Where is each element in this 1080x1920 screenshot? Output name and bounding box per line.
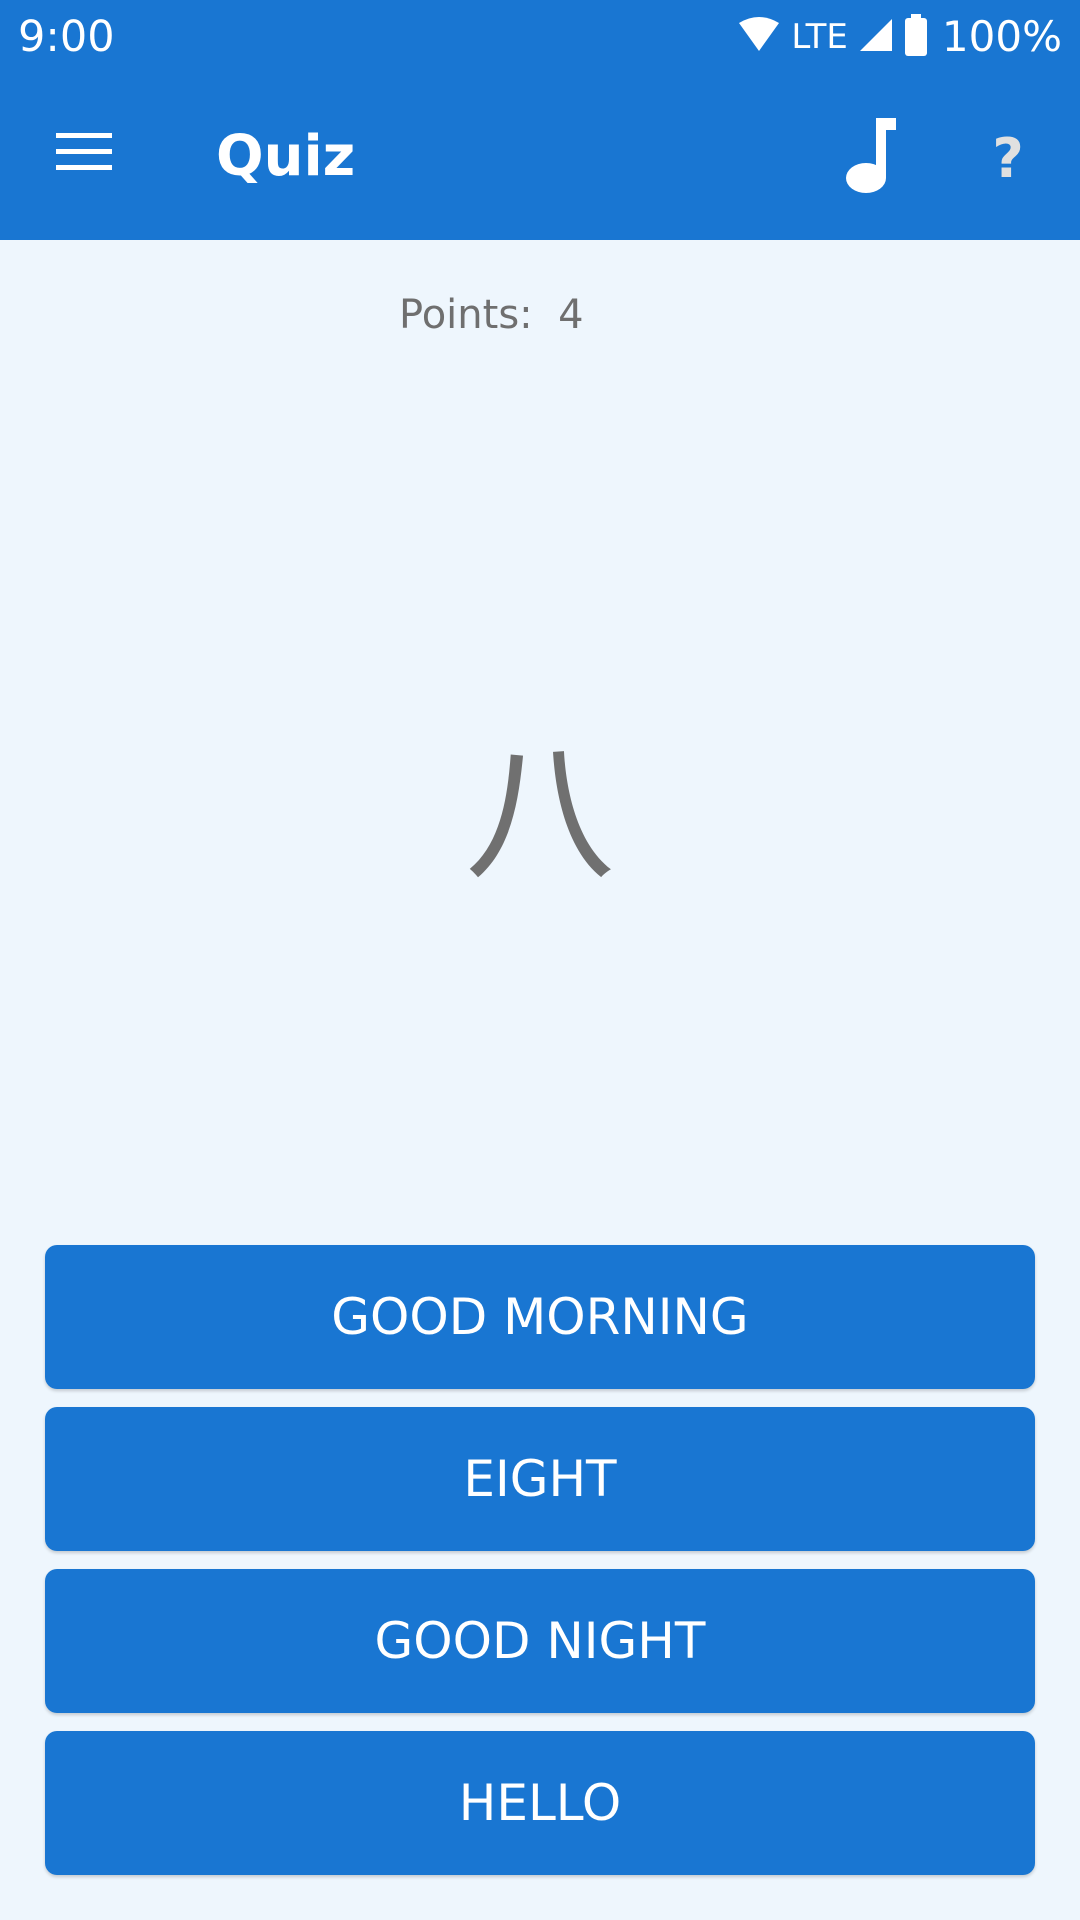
status-icons: LTE 100%: [737, 10, 1062, 64]
page-title: Quiz: [216, 124, 356, 189]
answer-list: GOOD MORNING EIGHT GOOD NIGHT HELLO: [45, 1245, 1035, 1893]
help-icon: ?: [992, 126, 1024, 190]
cell-signal-icon: [858, 17, 894, 58]
menu-button[interactable]: [36, 114, 132, 194]
battery-icon: [904, 13, 928, 61]
battery-percentage: 100%: [941, 12, 1062, 61]
answer-button-hello[interactable]: HELLO: [45, 1731, 1035, 1875]
points-value: 4: [558, 292, 584, 338]
status-bar: 9:00 LTE 100%: [0, 0, 1080, 74]
app-bar: Quiz ?: [0, 74, 1080, 240]
answer-button-good-night[interactable]: GOOD NIGHT: [45, 1569, 1035, 1713]
answer-button-good-morning[interactable]: GOOD MORNING: [45, 1245, 1035, 1389]
network-type-label: LTE: [791, 17, 848, 57]
wifi-icon: [737, 16, 781, 58]
hamburger-menu-icon: [56, 131, 112, 178]
answer-button-eight[interactable]: EIGHT: [45, 1407, 1035, 1551]
points-label: Points:: [399, 292, 533, 338]
music-note-icon: [840, 114, 900, 199]
question-character: 八: [464, 728, 615, 902]
status-time: 9:00: [18, 12, 115, 62]
points-display: Points: 4: [399, 290, 584, 340]
music-button[interactable]: [820, 106, 920, 206]
help-button[interactable]: ?: [960, 110, 1056, 206]
